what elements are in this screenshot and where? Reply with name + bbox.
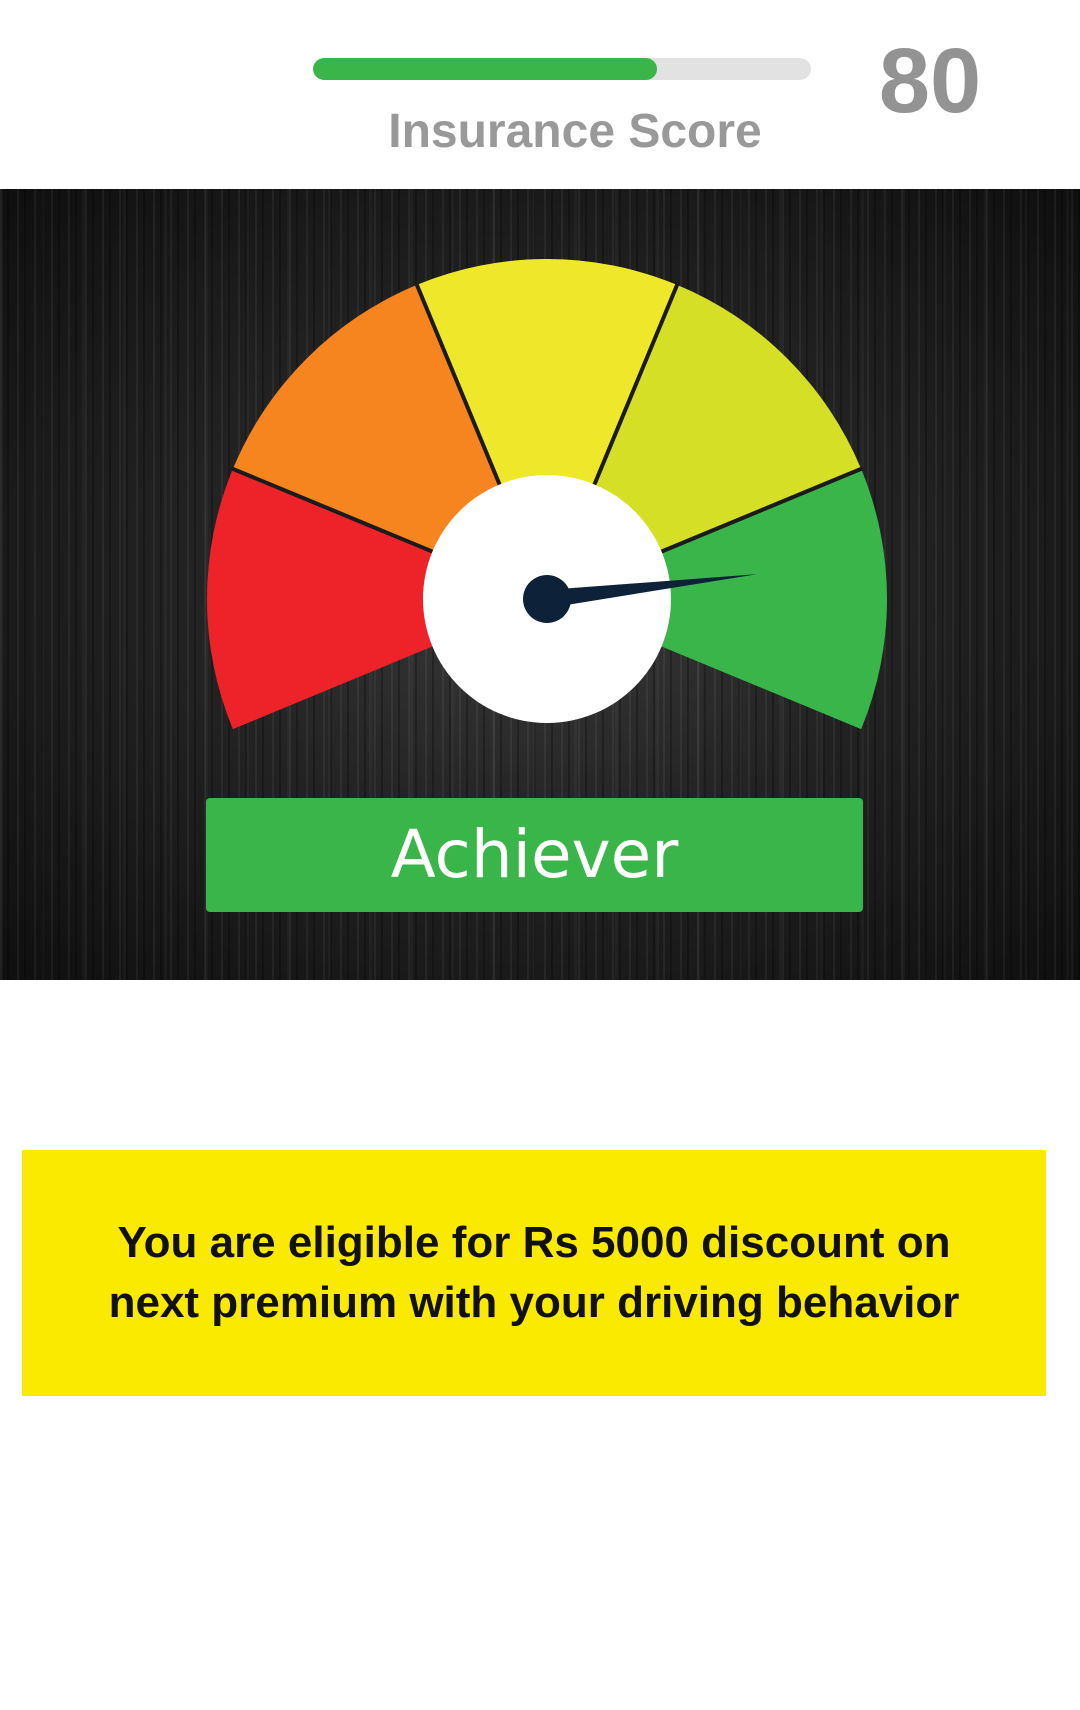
gauge-needle-pivot	[523, 575, 571, 623]
discount-banner: You are eligible for Rs 5000 discount on…	[22, 1150, 1046, 1396]
discount-message: You are eligible for Rs 5000 discount on…	[108, 1218, 960, 1327]
rating-label: Achiever	[390, 816, 679, 893]
score-progress-fill	[313, 58, 657, 80]
score-value: 80	[878, 30, 982, 132]
score-progress-bar	[313, 58, 811, 80]
score-label: Insurance Score	[388, 105, 762, 158]
rating-badge: Achiever	[206, 798, 863, 912]
score-header: Insurance Score 80	[0, 0, 1080, 189]
gauge-panel: Achiever	[0, 189, 1080, 980]
